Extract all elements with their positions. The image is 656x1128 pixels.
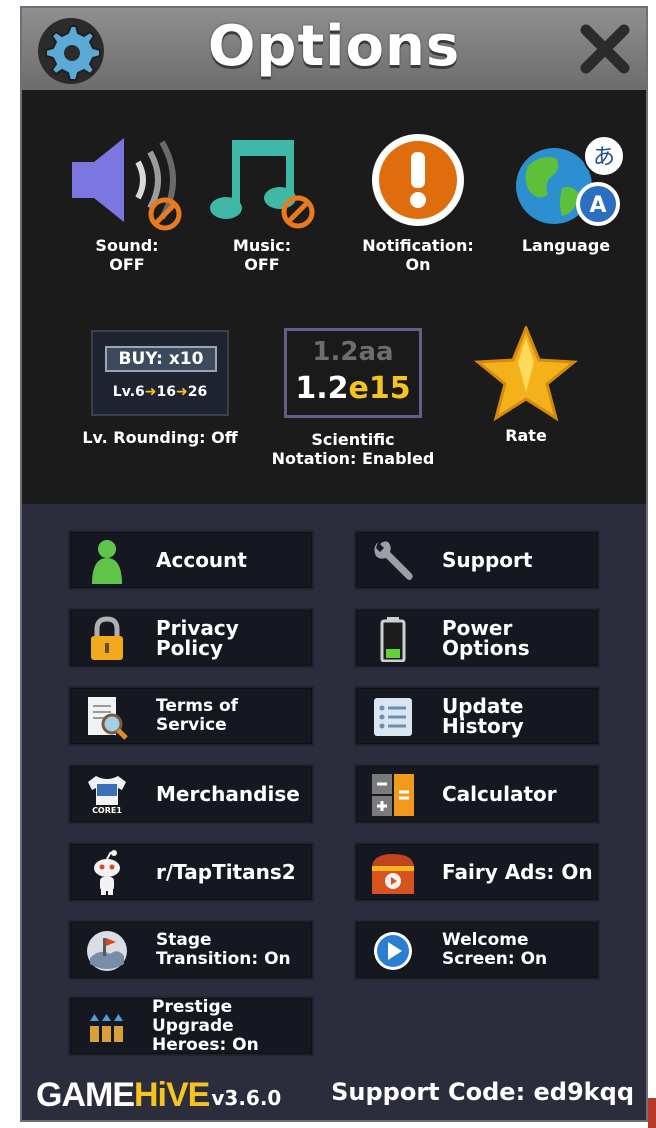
terms-label: Terms of Service — [156, 688, 238, 744]
battery-icon — [380, 617, 406, 662]
lock-icon — [91, 616, 123, 660]
gamehive-logo: GAME HiVE v3.6.0 — [36, 1078, 281, 1112]
calculator-button[interactable]: Calculator — [354, 764, 600, 824]
prestige-line-1: Prestige Upgrade — [152, 996, 234, 1036]
fairy-ads-button[interactable]: Fairy Ads: On — [354, 842, 600, 902]
list-icon — [374, 698, 412, 736]
notation-base: 1.2 — [295, 371, 349, 406]
prestige-line-2: Heroes: On — [152, 1034, 259, 1055]
calculator-label: Calculator — [442, 782, 557, 806]
account-button[interactable]: Account — [68, 530, 314, 590]
page-title: Options — [207, 14, 461, 79]
heroes-icon — [90, 1014, 123, 1042]
version-text: v3.6.0 — [211, 1086, 282, 1110]
calculator-icon — [372, 774, 414, 816]
tshirt-icon: CORE1 — [88, 776, 126, 815]
edge-accent — [648, 1098, 656, 1128]
terms-of-service-button[interactable]: Terms of Service — [68, 686, 314, 746]
language-button[interactable]: あ A Language — [500, 132, 632, 255]
rate-label: Rate — [505, 426, 547, 445]
notification-label: Notification: — [362, 236, 474, 255]
stage-line-2: Transition: On — [156, 949, 291, 969]
notation-preview: 1.2aa 1.2e15 — [284, 328, 422, 418]
scientific-label-1: Scientific — [311, 430, 395, 449]
merch-label: Merchandise — [156, 782, 300, 806]
wrench-icon — [374, 541, 413, 580]
language-label: Language — [521, 236, 611, 255]
lv-rounding-preview: BUY: x10 Lv.6➜16➜26 — [91, 330, 229, 416]
music-toggle[interactable]: Music: OFF — [202, 132, 322, 274]
merchandise-button[interactable]: CORE1 Merchandise — [68, 764, 314, 824]
arrow-right-icon: ➜ — [144, 384, 157, 400]
latin-glyph: A — [589, 193, 606, 218]
welcome-label: Welcome Screen: On — [442, 922, 547, 978]
power-label: Power Options — [442, 616, 530, 660]
lv-rounding-label: Lv. Rounding: Off — [82, 428, 238, 447]
sound-toggle[interactable]: Sound: OFF — [62, 132, 192, 274]
terms-line-2: Service — [156, 715, 227, 735]
notification-toggle[interactable]: Notification: On — [352, 132, 484, 274]
arrow-right-icon: ➜ — [175, 384, 188, 400]
fairy-label: Fairy Ads: On — [442, 860, 593, 884]
logo-game-text: GAME — [36, 1076, 135, 1114]
support-code: Support Code: ed9kqq — [331, 1078, 634, 1106]
document-search-icon — [88, 697, 128, 740]
star-icon — [474, 324, 578, 422]
scientific-notation-toggle[interactable]: 1.2aa 1.2e15 Scientific Notation: Enable… — [270, 328, 436, 468]
update-history-button[interactable]: Update History — [354, 686, 600, 746]
options-panel: Options Sound: OFF Music: OFF Notificati… — [20, 6, 648, 1122]
lv-start: Lv.6 — [112, 384, 145, 400]
lv-sequence: Lv.6➜16➜26 — [93, 384, 227, 400]
buy-badge: BUY: x10 — [105, 346, 217, 372]
lv-mid: 16 — [156, 384, 176, 400]
options-header: Options — [22, 8, 646, 90]
stage-label: Stage Transition: On — [156, 922, 291, 978]
scientific-label-2: Notation: Enabled — [271, 449, 435, 468]
toggle-area: Sound: OFF Music: OFF Notification: On あ… — [22, 90, 646, 504]
notation-exp: e15 — [348, 371, 411, 406]
account-icon — [92, 540, 122, 584]
lv-rounding-toggle[interactable]: BUY: x10 Lv.6➜16➜26 Lv. Rounding: Off — [70, 330, 250, 447]
treasure-chest-icon — [372, 854, 414, 894]
close-icon[interactable] — [578, 22, 632, 76]
reddit-icon — [94, 850, 120, 895]
reddit-button[interactable]: r/TapTitans2 — [68, 842, 314, 902]
notation-new: 1.2e15 — [287, 371, 419, 406]
music-label: Music: — [232, 236, 292, 255]
rate-button[interactable]: Rate — [466, 324, 586, 445]
notification-value: On — [405, 255, 431, 274]
support-label: Support — [442, 548, 533, 572]
welcome-line-1: Welcome — [442, 930, 529, 950]
prestige-upgrade-button[interactable]: Prestige Upgrade Heroes: On — [68, 996, 314, 1056]
reddit-label: r/TapTitans2 — [156, 860, 296, 884]
stage-transition-button[interactable]: Stage Transition: On — [68, 920, 314, 980]
globe-language-icon: あ A — [516, 135, 625, 226]
privacy-label: Privacy Policy — [156, 616, 239, 660]
sound-label: Sound: — [95, 236, 159, 255]
music-note-icon — [210, 140, 315, 229]
tshirt-print: CORE1 — [92, 806, 122, 815]
prestige-label: Prestige Upgrade Heroes: On — [152, 996, 312, 1055]
notification-icon — [372, 134, 464, 226]
lv-end: 26 — [187, 384, 208, 400]
power-options-button[interactable]: Power Options — [354, 608, 600, 668]
stage-line-1: Stage — [156, 930, 212, 950]
stage-icon — [87, 931, 127, 971]
notation-old: 1.2aa — [312, 337, 394, 367]
logo-hive-text: HiVE — [134, 1076, 210, 1114]
sound-value: OFF — [109, 255, 145, 274]
support-button[interactable]: Support — [354, 530, 600, 590]
speaker-muted-icon — [72, 138, 182, 231]
music-value: OFF — [244, 255, 280, 274]
terms-line-1: Terms of — [156, 696, 239, 716]
welcome-line-2: Screen: On — [442, 949, 548, 969]
account-label: Account — [156, 548, 247, 572]
update-label: Update History — [442, 694, 524, 738]
privacy-policy-button[interactable]: Privacy Policy — [68, 608, 314, 668]
japanese-glyph: あ — [593, 145, 615, 170]
welcome-screen-button[interactable]: Welcome Screen: On — [354, 920, 600, 980]
play-icon — [374, 932, 412, 970]
